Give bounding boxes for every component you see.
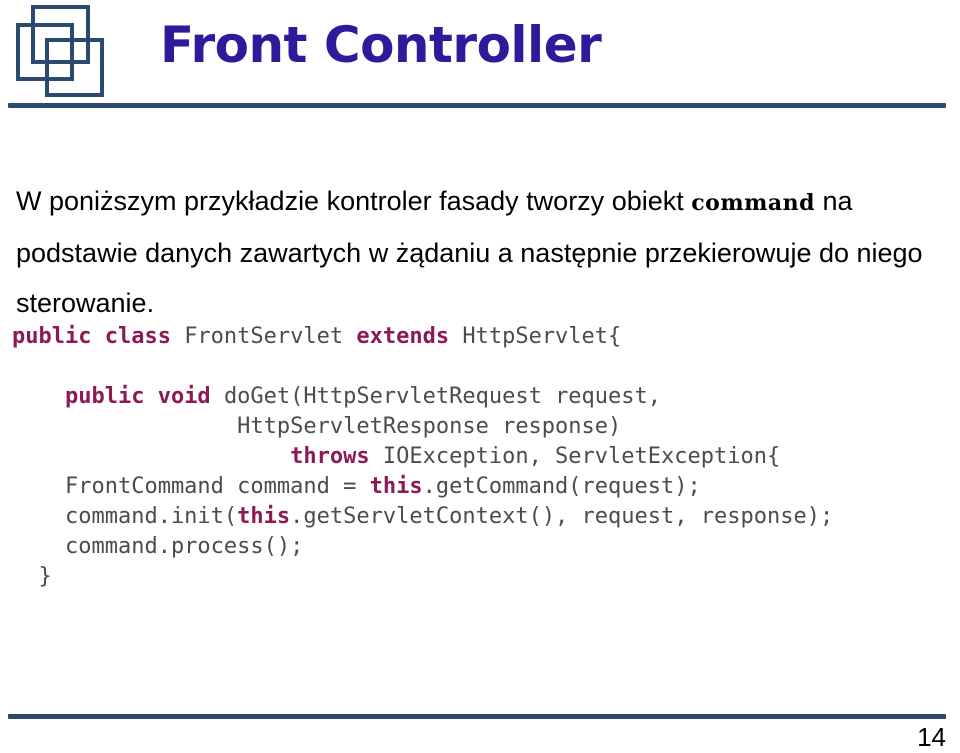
line-get-command: FrontCommand command = this.getCommand(r… bbox=[12, 472, 958, 502]
line-doget-signature: public void doGet(HttpServletRequest req… bbox=[12, 382, 958, 412]
code-text: } bbox=[12, 564, 52, 589]
code-text: command.process(); bbox=[12, 534, 304, 559]
page-number: 14 bbox=[917, 722, 946, 752]
line-response-param: HttpServletResponse response) bbox=[12, 412, 958, 442]
slide-header: Front Controller bbox=[0, 0, 960, 118]
line-blank-1 bbox=[12, 352, 958, 382]
page-title: Front Controller bbox=[160, 16, 602, 74]
line-throws: throws IOException, ServletException{ bbox=[12, 442, 958, 472]
code-text: HttpServletResponse response) bbox=[12, 414, 622, 439]
code-keyword: public void bbox=[64, 384, 224, 409]
code-keyword: this bbox=[369, 474, 423, 499]
footer-divider bbox=[8, 714, 946, 719]
lead-paragraph: W poniższym przykładzie kontroler fasady… bbox=[16, 176, 946, 328]
code-text: command.init( bbox=[12, 504, 238, 529]
code-text: .getServletContext(), request, response)… bbox=[290, 504, 834, 529]
code-keyword: extends bbox=[356, 324, 463, 349]
code-keyword: throws bbox=[290, 444, 383, 469]
line-command-init: command.init(this.getServletContext(), r… bbox=[12, 502, 958, 532]
code-text: IOException, ServletException{ bbox=[382, 444, 781, 469]
line-command-process: command.process(); bbox=[12, 532, 958, 562]
inline-code-command: command bbox=[691, 190, 816, 216]
header-divider bbox=[8, 103, 946, 108]
code-text: doGet(HttpServletRequest request, bbox=[223, 384, 662, 409]
code-text: FrontServlet bbox=[184, 324, 357, 349]
line-close-brace: } bbox=[12, 562, 958, 592]
code-keyword: public class bbox=[12, 324, 185, 349]
code-block: public class FrontServlet extends HttpSe… bbox=[12, 322, 958, 592]
code-text: HttpServlet{ bbox=[462, 324, 622, 349]
paragraph-text-part1: W poniższym przykładzie kontroler fasady… bbox=[16, 186, 692, 216]
three-overlapping-squares-logo-icon bbox=[14, 4, 110, 102]
code-text: .getCommand(request); bbox=[422, 474, 701, 499]
code-keyword: this bbox=[237, 504, 291, 529]
line-class-decl: public class FrontServlet extends HttpSe… bbox=[12, 322, 958, 352]
code-text: FrontCommand command = bbox=[12, 474, 370, 499]
